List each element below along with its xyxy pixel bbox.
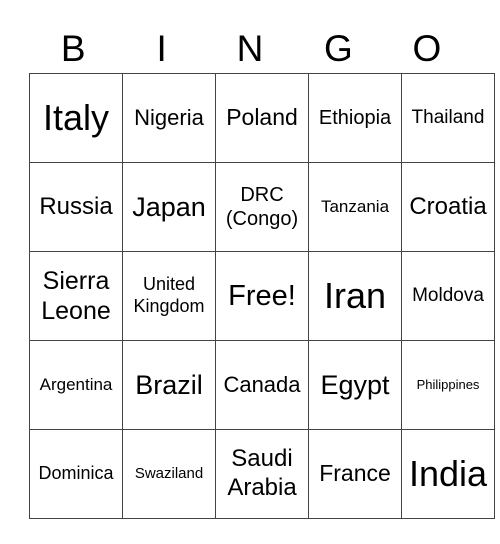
bingo-header: B I N G O: [29, 26, 471, 72]
grid-row: Argentina Brazil Canada Egypt Philippine…: [29, 340, 495, 430]
bingo-cell[interactable]: France: [308, 429, 402, 519]
bingo-cell[interactable]: Japan: [122, 162, 216, 252]
bingo-cell[interactable]: Brazil: [122, 340, 216, 430]
header-letter-b: B: [60, 28, 86, 69]
bingo-cell[interactable]: Italy: [29, 73, 123, 163]
header-letter-g: G: [324, 28, 353, 69]
bingo-cell[interactable]: Croatia: [401, 162, 495, 252]
bingo-cell[interactable]: Moldova: [401, 251, 495, 341]
grid-row: Dominica Swaziland Saudi Arabia France I…: [29, 429, 495, 519]
bingo-cell[interactable]: Argentina: [29, 340, 123, 430]
header-letter-o: O: [412, 28, 442, 69]
bingo-cell[interactable]: Philippines: [401, 340, 495, 430]
bingo-cell[interactable]: Saudi Arabia: [215, 429, 309, 519]
bingo-cell[interactable]: Sierra Leone: [29, 251, 123, 341]
grid-row: Russia Japan DRC (Congo) Tanzania Croati…: [29, 162, 495, 252]
free-space-cell[interactable]: Free!: [215, 251, 309, 341]
bingo-cell[interactable]: DRC (Congo): [215, 162, 309, 252]
bingo-grid: Italy Nigeria Poland Ethiopia Thailand R…: [29, 73, 495, 519]
bingo-cell[interactable]: Swaziland: [122, 429, 216, 519]
bingo-cell[interactable]: Nigeria: [122, 73, 216, 163]
grid-row: Italy Nigeria Poland Ethiopia Thailand: [29, 73, 495, 163]
bingo-cell[interactable]: Russia: [29, 162, 123, 252]
header-letter-n: N: [236, 28, 264, 69]
bingo-cell[interactable]: Ethiopia: [308, 73, 402, 163]
grid-row: Sierra Leone United Kingdom Free! Iran M…: [29, 251, 495, 341]
bingo-cell[interactable]: Poland: [215, 73, 309, 163]
bingo-cell[interactable]: Egypt: [308, 340, 402, 430]
bingo-cell[interactable]: Canada: [215, 340, 309, 430]
bingo-cell[interactable]: India: [401, 429, 495, 519]
bingo-cell[interactable]: Dominica: [29, 429, 123, 519]
header-letter-i: I: [156, 28, 167, 69]
bingo-cell[interactable]: United Kingdom: [122, 251, 216, 341]
bingo-cell[interactable]: Iran: [308, 251, 402, 341]
bingo-cell[interactable]: Thailand: [401, 73, 495, 163]
bingo-cell[interactable]: Tanzania: [308, 162, 402, 252]
